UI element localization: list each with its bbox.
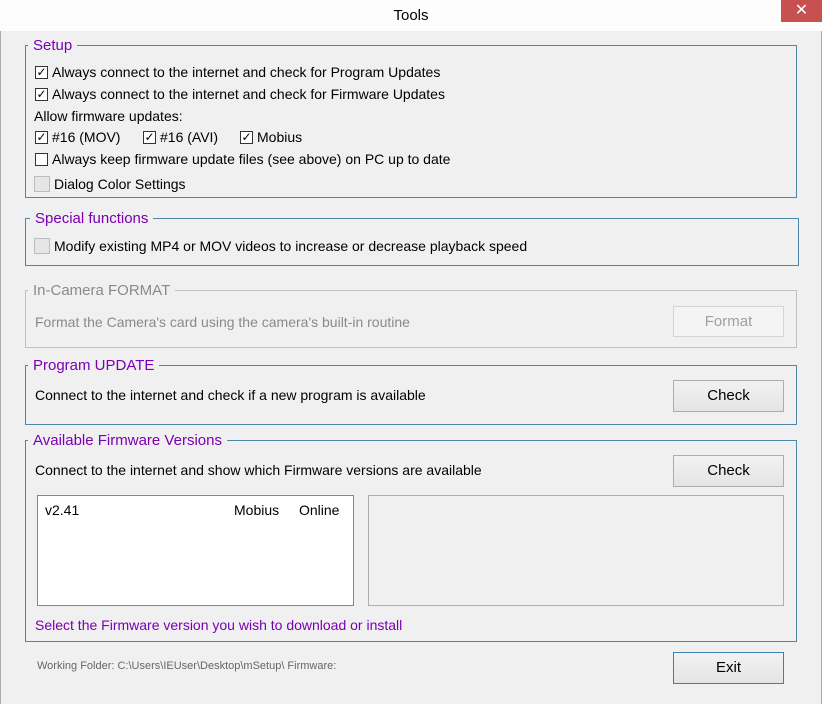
- list-item[interactable]: v2.41 Mobius Online: [38, 502, 353, 520]
- setup-legend: Setup: [28, 37, 78, 54]
- program-updates-label[interactable]: Always connect to the internet and check…: [52, 64, 440, 80]
- modify-videos-label[interactable]: Modify existing MP4 or MOV videos to inc…: [54, 238, 527, 254]
- avi-label[interactable]: #16 (AVI): [160, 129, 218, 145]
- mobius-label[interactable]: Mobius: [257, 129, 302, 145]
- firmware-description: Connect to the internet and show which F…: [35, 462, 482, 478]
- close-icon[interactable]: ✕: [781, 0, 822, 22]
- firmware-model: Mobius: [234, 502, 280, 518]
- format-legend: In-Camera FORMAT: [28, 282, 176, 299]
- firmware-list[interactable]: v2.41 Mobius Online: [37, 495, 354, 606]
- program-update-legend: Program UPDATE: [28, 357, 160, 374]
- firmware-version: v2.41: [45, 502, 80, 518]
- firmware-legend: Available Firmware Versions: [28, 432, 227, 449]
- program-check-button[interactable]: Check: [673, 380, 784, 412]
- firmware-updates-label[interactable]: Always connect to the internet and check…: [52, 86, 445, 102]
- firmware-hint: Select the Firmware version you wish to …: [35, 617, 403, 633]
- program-update-description: Connect to the internet and check if a n…: [35, 387, 426, 403]
- allow-firmware-label: Allow firmware updates:: [34, 108, 183, 124]
- mov-checkbox[interactable]: ✓: [35, 131, 48, 144]
- firmware-check-button[interactable]: Check: [673, 455, 784, 487]
- exit-button[interactable]: Exit: [673, 652, 784, 684]
- dialog-color-label[interactable]: Dialog Color Settings: [54, 176, 186, 192]
- mobius-checkbox[interactable]: ✓: [240, 131, 253, 144]
- special-legend: Special functions: [30, 210, 154, 227]
- working-folder-text: Working Folder: C:\Users\IEUser\Desktop\…: [37, 660, 337, 672]
- firmware-status: Online: [299, 502, 340, 518]
- mov-label[interactable]: #16 (MOV): [52, 129, 120, 145]
- dialog-color-checkbox[interactable]: [34, 176, 50, 192]
- program-updates-checkbox[interactable]: ✓: [35, 66, 48, 79]
- keep-files-checkbox[interactable]: [35, 153, 48, 166]
- format-description: Format the Camera's card using the camer…: [35, 314, 410, 330]
- modify-videos-checkbox[interactable]: [34, 238, 50, 254]
- format-button[interactable]: Format: [673, 306, 784, 337]
- firmware-updates-checkbox[interactable]: ✓: [35, 88, 48, 101]
- window-title: Tools: [393, 7, 429, 24]
- avi-checkbox[interactable]: ✓: [143, 131, 156, 144]
- keep-files-label[interactable]: Always keep firmware update files (see a…: [52, 151, 450, 167]
- firmware-details-panel: [368, 495, 784, 606]
